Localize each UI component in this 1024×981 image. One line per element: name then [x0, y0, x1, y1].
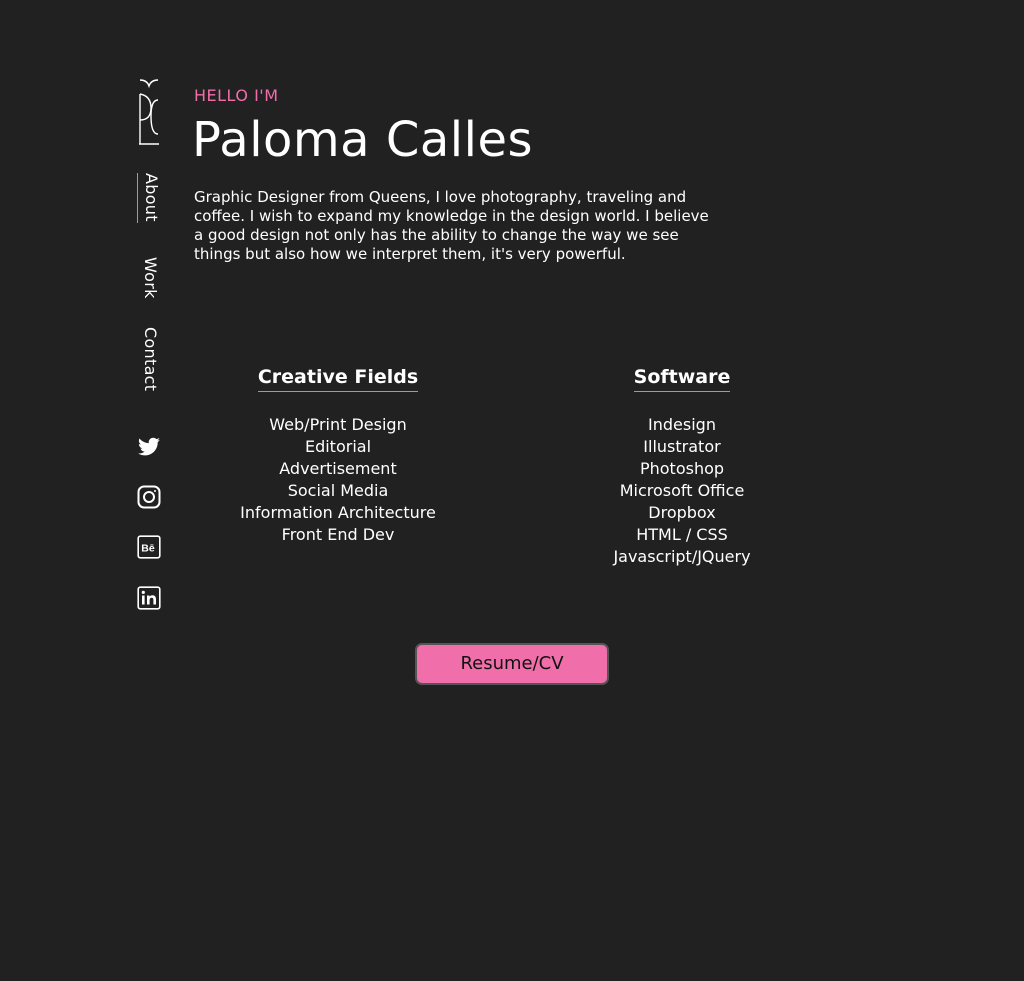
creative-fields-title: Creative Fields [257, 366, 419, 392]
nav-work[interactable]: Work [137, 257, 163, 301]
nav-about[interactable]: About [137, 173, 164, 223]
nav-work-label: Work [141, 257, 160, 299]
logo-mark-icon [139, 79, 159, 145]
greeting: HELLO I'M [194, 86, 279, 105]
list-item: Javascript/JQuery [613, 547, 751, 566]
linkedin-icon[interactable] [137, 586, 161, 610]
list-item: Microsoft Office [619, 481, 745, 500]
page-title: Paloma Calles [192, 112, 533, 168]
resume-button[interactable]: Resume/CV [415, 643, 609, 685]
list-item: Web/Print Design [269, 415, 407, 434]
list-item: Dropbox [648, 503, 716, 522]
page: About Work Contact Bē HELLO I'M Paloma C… [0, 0, 1024, 981]
list-item: Advertisement [279, 459, 397, 478]
list-item: Photoshop [639, 459, 725, 478]
svg-text:Bē: Bē [141, 543, 155, 555]
logo[interactable] [137, 78, 161, 146]
software-section: Software Indesign Illustrator Photoshop … [582, 366, 782, 568]
list-item: Editorial [304, 437, 372, 456]
nav-contact-label: Contact [141, 327, 160, 392]
nav-about-label: About [142, 173, 161, 222]
list-item: Social Media [287, 481, 389, 500]
behance-icon[interactable]: Bē [137, 535, 161, 559]
list-item: Indesign [648, 415, 716, 434]
list-item: Illustrator [643, 437, 721, 456]
list-item: Information Architecture [240, 503, 436, 522]
bio-text: Graphic Designer from Queens, I love pho… [194, 188, 709, 263]
nav-contact[interactable]: Contact [137, 327, 163, 391]
list-item: Front End Dev [281, 525, 395, 544]
twitter-icon[interactable] [137, 435, 161, 459]
creative-fields-list: Web/Print Design Editorial Advertisement… [238, 414, 438, 546]
list-item: HTML / CSS [636, 525, 728, 544]
software-list: Indesign Illustrator Photoshop Microsoft… [582, 414, 782, 568]
creative-fields-section: Creative Fields Web/Print Design Editori… [238, 366, 438, 546]
instagram-icon[interactable] [137, 485, 161, 509]
software-title: Software [633, 366, 731, 392]
